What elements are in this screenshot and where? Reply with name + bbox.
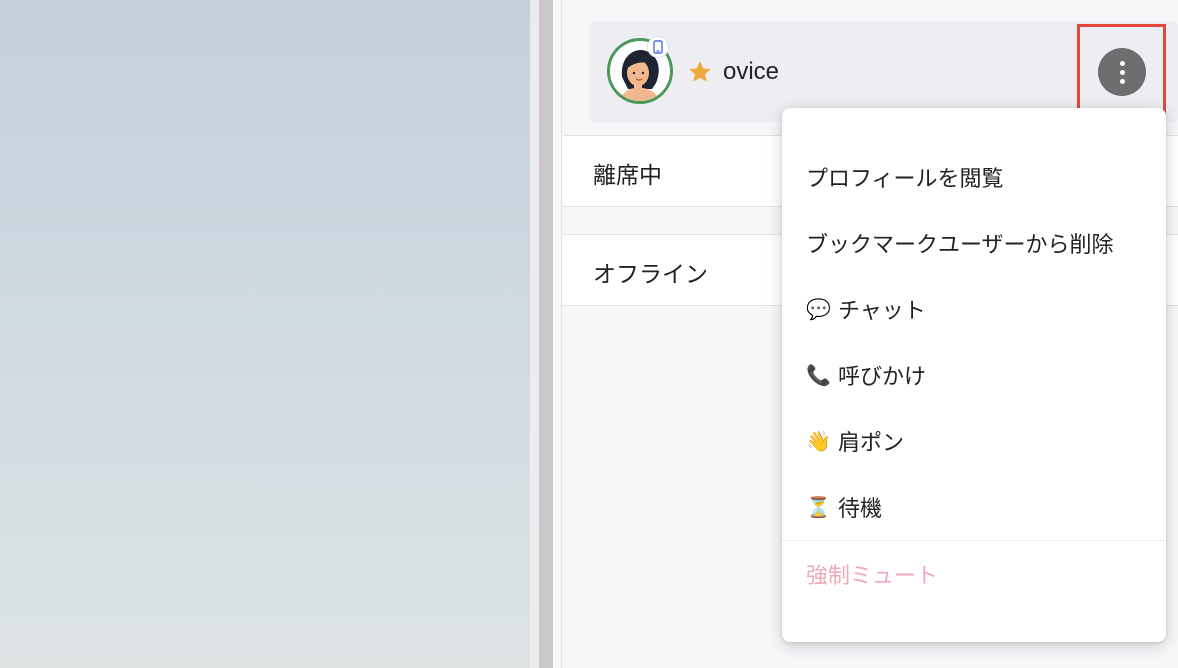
section-offline-label: オフライン — [593, 262, 708, 288]
phone-icon: 📞 — [806, 363, 831, 387]
menu-item-label: 呼びかけ — [838, 365, 927, 390]
menu-item-label: チャット — [838, 299, 926, 324]
star-icon — [689, 61, 711, 82]
waving-hand-icon: 👋 — [806, 429, 831, 453]
context-menu: プロフィールを閲覧 ブックマークユーザーから削除 💬 チャット 📞 呼びかけ 👋… — [782, 108, 1166, 642]
menu-item-label: 強制ミュート — [806, 564, 939, 589]
panel-gap — [530, 0, 539, 668]
mobile-phone-icon — [647, 36, 669, 58]
menu-item-tap-shoulder[interactable]: 👋 肩ポン — [782, 408, 1166, 474]
menu-item-view-profile[interactable]: プロフィールを閲覧 — [782, 144, 1166, 210]
menu-item-remove-bookmark[interactable]: ブックマークユーザーから削除 — [782, 210, 1166, 276]
menu-item-label: 肩ポン — [838, 431, 905, 456]
background-canvas — [0, 0, 530, 668]
hourglass-icon: ⏳ — [806, 495, 831, 519]
menu-item-call[interactable]: 📞 呼びかけ — [782, 342, 1166, 408]
highlight-annotation — [1077, 24, 1166, 116]
menu-item-label: プロフィールを閲覧 — [806, 167, 1004, 192]
menu-item-chat[interactable]: 💬 チャット — [782, 276, 1166, 342]
username: ovice — [723, 58, 780, 85]
menu-item-label: ブックマークユーザーから削除 — [806, 233, 1114, 258]
menu-item-label: 待機 — [838, 497, 883, 522]
menu-item-wait[interactable]: ⏳ 待機 — [782, 474, 1166, 540]
speech-bubble-icon: 💬 — [806, 297, 831, 321]
menu-item-force-mute[interactable]: 強制ミュート — [782, 541, 1166, 607]
section-away-label: 離席中 — [593, 163, 662, 189]
resize-divider[interactable] — [539, 0, 553, 668]
